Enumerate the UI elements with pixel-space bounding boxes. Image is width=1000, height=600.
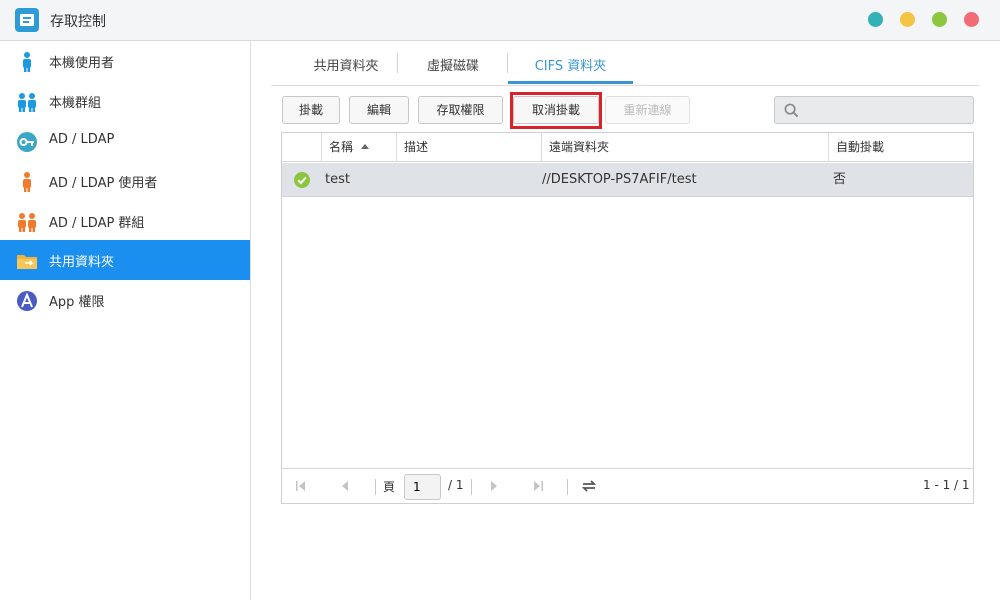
row-name-cell: test xyxy=(325,172,350,187)
first-page-icon[interactable] xyxy=(292,477,310,495)
pagination-bar: 頁 / 1 1 - 1 / 1 xyxy=(282,468,973,503)
sidebar-item-local-users[interactable]: 本機使用者 xyxy=(0,41,250,81)
search-box[interactable] xyxy=(774,96,974,124)
active-tab-indicator xyxy=(508,81,633,84)
minimize-button[interactable] xyxy=(900,12,915,27)
title-bar: 存取控制 xyxy=(0,0,1000,41)
ad-user-icon xyxy=(23,172,31,192)
sidebar-item-label: 本機使用者 xyxy=(49,56,115,71)
status-column-header xyxy=(282,133,321,162)
sidebar-item-ad-ldap-users[interactable]: AD / LDAP 使用者 xyxy=(0,161,250,201)
sidebar-item-shared-folders[interactable]: 共用資料夾 xyxy=(0,240,250,280)
name-column-header[interactable]: 名稱 xyxy=(321,133,396,162)
close-button[interactable] xyxy=(964,12,979,27)
sidebar-item-label: App 權限 xyxy=(49,295,105,310)
sidebar-item-label: AD / LDAP 群組 xyxy=(49,216,145,231)
sort-ascending-icon xyxy=(361,144,370,149)
sidebar: 本機使用者 本機群組 AD / LDAP AD / LDAP 使用者 AD / … xyxy=(0,41,251,600)
access-control-app-icon xyxy=(15,8,39,32)
edit-button[interactable]: 編輯 xyxy=(349,96,409,124)
sidebar-item-app-permissions[interactable]: App 權限 xyxy=(0,280,250,320)
page-number-input[interactable] xyxy=(404,474,441,500)
table-header: 名稱 描述 遠端資料夾 自動掛載 xyxy=(282,133,973,162)
sidebar-item-ad-ldap-groups[interactable]: AD / LDAP 群組 xyxy=(0,201,250,241)
row-automount-cell: 否 xyxy=(833,172,847,187)
tab-shared-folders[interactable]: 共用資料夾 xyxy=(291,55,401,79)
user-icon xyxy=(23,52,31,72)
search-input[interactable] xyxy=(805,101,967,119)
row-remote-folder-cell: //DESKTOP-PS7AFIF/test xyxy=(542,172,697,187)
total-pages-text: / 1 xyxy=(448,478,464,492)
page-label: 頁 xyxy=(383,480,396,494)
maximize-button[interactable] xyxy=(932,12,947,27)
tab-cifs-folders[interactable]: CIFS 資料夾 xyxy=(508,55,633,79)
refresh-icon[interactable] xyxy=(580,477,598,495)
tab-bar: 共用資料夾 虛擬磁碟 CIFS 資料夾 xyxy=(271,41,979,86)
sidebar-item-label: AD / LDAP xyxy=(49,132,115,147)
search-icon xyxy=(784,103,799,118)
column-label: 名稱 xyxy=(329,140,354,154)
reconnect-button[interactable]: 重新連線 xyxy=(605,96,690,124)
access-permissions-button[interactable]: 存取權限 xyxy=(418,96,503,124)
automount-column-header[interactable]: 自動掛載 xyxy=(828,133,973,162)
group-icon xyxy=(18,93,36,112)
app-permission-icon xyxy=(17,291,37,311)
tab-divider xyxy=(397,53,398,73)
key-icon xyxy=(17,132,37,152)
pager-divider xyxy=(567,479,568,495)
sidebar-item-ad-ldap[interactable]: AD / LDAP xyxy=(0,121,250,161)
table-row[interactable]: test //DESKTOP-PS7AFIF/test 否 xyxy=(282,163,973,197)
sidebar-item-local-groups[interactable]: 本機群組 xyxy=(0,81,250,121)
unmount-highlight-box xyxy=(510,92,602,129)
previous-page-icon[interactable] xyxy=(336,477,354,495)
record-summary: 1 - 1 / 1 xyxy=(923,478,970,492)
connected-status-icon xyxy=(294,172,310,188)
shared-folder-icon xyxy=(17,255,37,269)
tab-virtual-disk[interactable]: 虛擬磁碟 xyxy=(416,55,490,79)
help-button[interactable] xyxy=(868,12,883,27)
mount-button[interactable]: 掛載 xyxy=(282,96,340,124)
pager-divider xyxy=(471,479,472,495)
sidebar-item-label: AD / LDAP 使用者 xyxy=(49,176,158,191)
pager-divider xyxy=(375,479,376,495)
ad-group-icon xyxy=(18,213,36,232)
sidebar-item-label: 本機群組 xyxy=(49,96,102,111)
last-page-icon[interactable] xyxy=(529,477,547,495)
sidebar-item-label: 共用資料夾 xyxy=(49,255,115,270)
next-page-icon[interactable] xyxy=(485,477,503,495)
description-column-header[interactable]: 描述 xyxy=(396,133,541,162)
cifs-folder-table: 名稱 描述 遠端資料夾 自動掛載 test //DESKTOP-PS7AFIF/… xyxy=(281,132,974,504)
remote-folder-column-header[interactable]: 遠端資料夾 xyxy=(541,133,828,162)
window-title: 存取控制 xyxy=(50,14,106,30)
